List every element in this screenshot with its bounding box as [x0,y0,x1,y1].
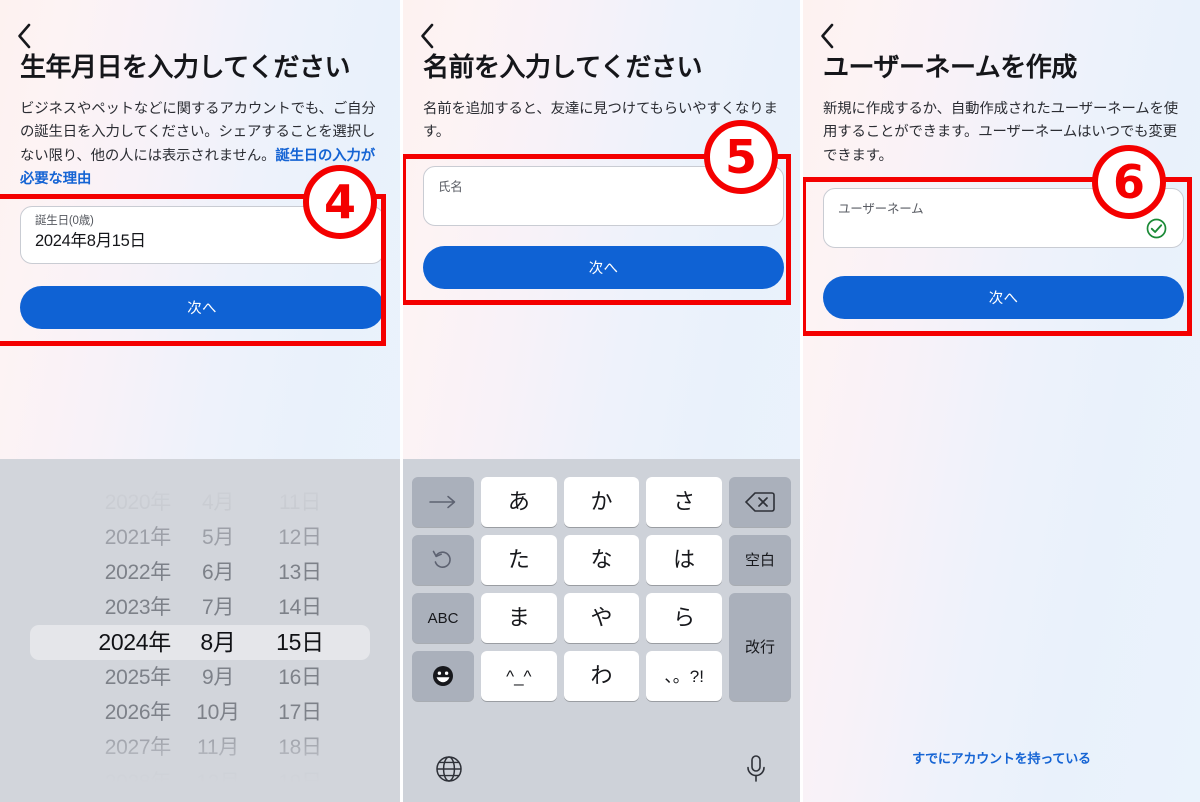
picker-item-selected[interactable]: 8月 [200,625,236,660]
back-button[interactable] [819,16,853,56]
screenshot-root: 生年月日を入力してください ビジネスやペットなどに関するアカウントでも、ご自分の… [0,0,1200,802]
picker-item[interactable]: 6月 [202,555,234,590]
panel-name: 名前を入力してください 名前を追加すると、友達に見つけてもらいやすくなります。 … [400,0,800,802]
step-badge-4: 4 [303,165,377,239]
picker-item[interactable]: 2026年 [105,695,172,730]
page-title: 名前を入力してください [423,52,702,82]
picker-item[interactable]: 7月 [202,590,234,625]
chevron-left-icon [16,23,32,49]
picker-item[interactable]: 10月 [196,695,240,730]
birthday-field-value: 2024年8月15日 [35,231,146,250]
picker-item[interactable]: 12日 [278,520,322,555]
japanese-kana-keyboard[interactable]: あ か さ た な は 空白 ABC ま や ら 改行 ^_^ わ 、。?! [403,459,800,802]
picker-item[interactable]: 4月 [202,485,234,520]
date-picker-columns: 2020年 2021年 2022年 2023年 2024年 2025年 2026… [0,485,400,800]
picker-item[interactable]: 2027年 [105,730,172,765]
step-badge-5: 5 [704,120,778,194]
picker-item[interactable]: 2023年 [105,590,172,625]
picker-item[interactable]: 9月 [202,660,234,695]
key-arrow-right[interactable] [412,477,474,527]
date-picker-month-column[interactable]: 4月 5月 6月 7月 8月 9月 10月 11月 12月 [179,485,257,800]
panel-username: ユーザーネームを作成 新規に作成するか、自動作成されたユーザーネームを使用するこ… [800,0,1200,802]
picker-item[interactable]: 2028年 [105,765,172,800]
date-picker-day-column[interactable]: 11日 12日 13日 14日 15日 16日 17日 18日 19日 [257,485,343,800]
picker-item[interactable]: 16日 [278,660,322,695]
key-ra[interactable]: ら [646,593,722,643]
picker-item[interactable]: 11日 [279,485,321,520]
picker-item[interactable]: 2025年 [105,660,172,695]
check-circle-icon [1146,218,1167,239]
key-a[interactable]: あ [481,477,557,527]
picker-item[interactable]: 13日 [278,555,322,590]
picker-item[interactable]: 2022年 [105,555,172,590]
date-picker[interactable]: 2020年 2021年 2022年 2023年 2024年 2025年 2026… [0,459,400,802]
key-wa[interactable]: わ [563,651,640,701]
key-sa[interactable]: さ [646,477,722,527]
key-kaomoji[interactable]: ^_^ [481,651,557,701]
picker-item[interactable]: 18日 [278,730,322,765]
next-button[interactable]: 次へ [20,286,384,329]
key-emoji[interactable] [412,651,474,701]
key-backspace[interactable] [728,477,791,527]
picker-item[interactable]: 2021年 [105,520,172,555]
microphone-icon[interactable] [744,754,768,784]
picker-item[interactable]: 19日 [278,765,322,800]
picker-item[interactable]: 14日 [278,590,322,625]
picker-item-selected[interactable]: 2024年 [98,625,171,660]
step-badge-6: 6 [1092,145,1166,219]
key-space[interactable]: 空白 [728,535,791,585]
back-button[interactable] [16,16,50,56]
key-ya[interactable]: や [563,593,640,643]
next-button[interactable]: 次へ [823,276,1184,319]
key-undo[interactable] [412,535,474,585]
picker-item[interactable]: 5月 [202,520,234,555]
key-na[interactable]: な [563,535,640,585]
keyboard-grid: あ か さ た な は 空白 ABC ま や ら 改行 ^_^ わ 、。?! [412,477,791,701]
picker-item[interactable]: 12月 [196,765,240,800]
key-punctuation[interactable]: 、。?! [646,651,722,701]
key-ka[interactable]: か [563,477,640,527]
picker-item[interactable]: 11月 [197,730,239,765]
globe-icon[interactable] [435,755,463,783]
picker-item[interactable]: 17日 [278,695,322,730]
have-account-link[interactable]: すでにアカウントを持っている [803,748,1200,767]
key-ha[interactable]: は [646,535,722,585]
key-ta[interactable]: た [481,535,557,585]
key-return[interactable]: 改行 [728,593,791,701]
next-button[interactable]: 次へ [423,246,784,289]
key-ma[interactable]: ま [481,593,557,643]
keyboard-bottom-bar [403,736,800,802]
page-title: ユーザーネームを作成 [823,52,1077,82]
back-button[interactable] [419,16,453,56]
picker-item-selected[interactable]: 15日 [276,625,324,660]
picker-item[interactable]: 2020年 [105,485,172,520]
panel-birthday: 生年月日を入力してください ビジネスやペットなどに関するアカウントでも、ご自分の… [0,0,400,802]
date-picker-year-column[interactable]: 2020年 2021年 2022年 2023年 2024年 2025年 2026… [57,485,179,800]
chevron-left-icon [419,23,435,49]
key-abc[interactable]: ABC [412,593,474,643]
page-title: 生年月日を入力してください [20,52,350,82]
chevron-left-icon [819,23,835,49]
